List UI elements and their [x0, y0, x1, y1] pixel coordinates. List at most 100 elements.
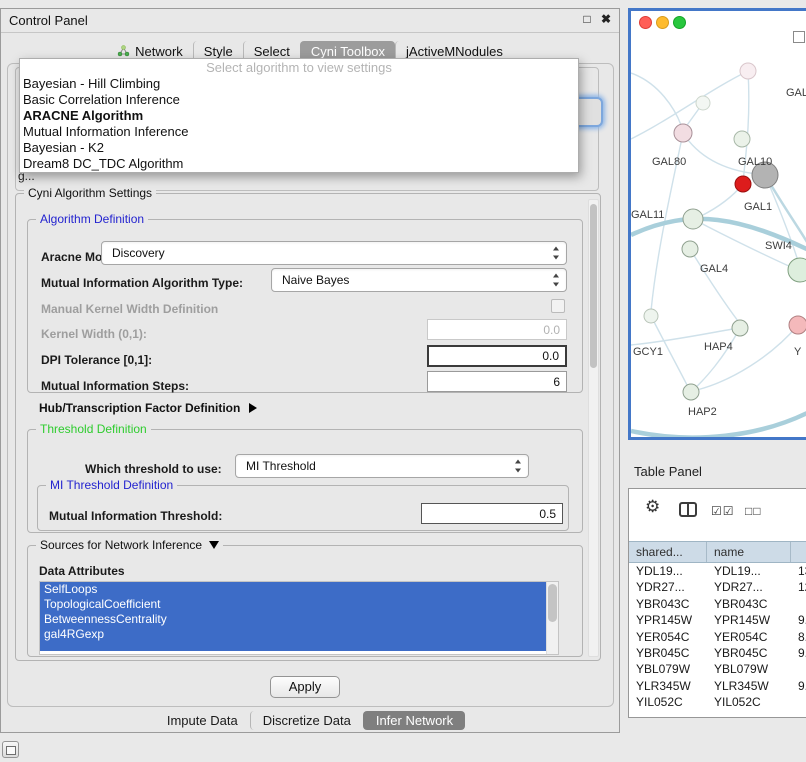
network-node[interactable] — [682, 241, 698, 257]
mi-threshold-input[interactable]: 0.5 — [421, 503, 563, 524]
network-node[interactable] — [740, 63, 756, 79]
kernel-width-input[interactable]: 0.0 — [427, 319, 567, 340]
table-row[interactable]: YDL19...YDL19...13 — [629, 563, 806, 579]
network-node-label: HAP2 — [688, 406, 717, 418]
data-attributes-listbox: SelfLoopsTopologicalCoefficientBetweenne… — [39, 581, 559, 655]
sources-group-title: Sources for Network Inference — [36, 538, 223, 552]
columns-icon[interactable] — [679, 502, 697, 517]
table-cell: 12 — [791, 579, 806, 595]
close-icon[interactable]: ✖ — [598, 12, 614, 26]
data-attribute-item[interactable]: SelfLoops — [40, 582, 547, 597]
apply-button[interactable]: Apply — [270, 676, 340, 698]
list-scrollbar-thumb[interactable] — [548, 584, 557, 622]
sources-title-text: Sources for Network Inference — [40, 538, 202, 552]
network-node[interactable] — [735, 176, 751, 192]
table-panel-window: ⚙ ☑☑ □□ shared...name YDL19...YDL19...13… — [628, 488, 806, 718]
table-row[interactable]: YBR043CYBR043C — [629, 596, 806, 612]
network-node[interactable] — [683, 209, 703, 229]
spinner-icon — [552, 274, 561, 287]
expand-arrow-icon[interactable] — [209, 541, 219, 549]
manual-kernel-checkbox[interactable] — [551, 299, 565, 313]
column-header[interactable]: name — [707, 542, 791, 562]
network-node[interactable] — [696, 96, 710, 110]
table-cell: YBL079W — [629, 661, 707, 677]
network-node[interactable] — [674, 124, 692, 142]
float-window-icon[interactable]: □ — [579, 12, 595, 26]
docked-panel-icon[interactable] — [2, 741, 19, 758]
table-row[interactable]: YPR145WYPR145W9. — [629, 612, 806, 628]
table-cell: YBR045C — [629, 645, 707, 661]
table-row[interactable]: YBR045CYBR045C9. — [629, 645, 806, 661]
table-cell: 9. — [791, 678, 806, 694]
desktop: Control Panel □ ✖ NetworkStyleSelectCyni… — [0, 0, 806, 762]
algorithm-menu-items: Bayesian - Hill ClimbingBasic Correlatio… — [20, 76, 578, 172]
network-node-label: GAL10 — [738, 156, 772, 168]
algorithm-menu-item[interactable]: Mutual Information Inference — [20, 124, 578, 140]
dpi-tolerance-input[interactable]: 0.0 — [427, 345, 567, 367]
spinner-icon — [552, 247, 561, 260]
mi-threshold-group-title: MI Threshold Definition — [46, 478, 177, 492]
network-node[interactable] — [644, 309, 658, 323]
bottom-tab-bar: Impute DataDiscretize DataInfer Network — [1, 709, 619, 731]
network-node-label: HAP4 — [704, 341, 733, 353]
table-cell: YIL052C — [707, 694, 791, 710]
algorithm-menu-item[interactable]: Bayesian - K2 — [20, 140, 578, 156]
data-attribute-item[interactable]: BetweennessCentrality — [40, 612, 547, 627]
tab-discretize-data[interactable]: Discretize Data — [250, 711, 363, 730]
table-cell: YBR043C — [629, 596, 707, 612]
collapse-arrow-icon[interactable] — [249, 403, 257, 413]
manual-kernel-label: Manual Kernel Width Definition — [41, 302, 218, 316]
algorithm-menu-item[interactable]: Dream8 DC_TDC Algorithm — [20, 156, 578, 172]
network-node[interactable] — [789, 316, 806, 334]
column-header[interactable] — [791, 542, 806, 562]
settings-scrollbar[interactable] — [588, 199, 599, 657]
algorithm-menu-item[interactable]: Basic Correlation Inference — [20, 92, 578, 108]
which-threshold-select[interactable]: MI Threshold — [235, 454, 529, 478]
tab-impute-data[interactable]: Impute Data — [155, 711, 250, 730]
table-row[interactable]: YDR27...YDR27...12 — [629, 579, 806, 595]
gear-icon[interactable]: ⚙ — [645, 497, 660, 517]
network-node[interactable] — [683, 384, 699, 400]
tab-label: Select — [254, 44, 290, 59]
aracne-mode-select[interactable]: Discovery — [101, 241, 567, 265]
tab-label: jActiveMNodules — [406, 44, 503, 59]
settings-scrollbar-thumb[interactable] — [590, 204, 597, 368]
table-row[interactable]: YLR345WYLR345W9. — [629, 678, 806, 694]
tab-infer-network[interactable]: Infer Network — [363, 711, 465, 730]
network-node-label: GAL — [786, 87, 806, 99]
mi-type-value: Naive Bayes — [282, 269, 349, 291]
cyni-settings-title: Cyni Algorithm Settings — [24, 186, 156, 200]
table-cell: YDL19... — [707, 563, 791, 579]
kernel-width-label: Kernel Width (0,1): — [41, 327, 147, 341]
network-icon — [117, 45, 130, 57]
table-header: shared...name — [629, 541, 806, 563]
table-cell: YPR145W — [629, 612, 707, 628]
table-cell: YER054C — [629, 629, 707, 645]
network-node[interactable] — [732, 320, 748, 336]
network-node[interactable] — [788, 258, 806, 282]
table-row[interactable]: YBL079WYBL079W — [629, 661, 806, 677]
network-node-label: GAL11 — [631, 209, 664, 221]
algorithm-menu-header: Select algorithm to view settings — [20, 59, 578, 76]
table-cell: YIL052C — [629, 694, 707, 710]
list-scrollbar[interactable] — [546, 582, 558, 654]
network-labels: GALGAL80GAL10GAL11GAL1SWI4GAL4GCY1HAP4YH… — [631, 87, 806, 418]
column-header[interactable]: shared... — [629, 542, 707, 562]
table-row[interactable]: YIL052CYIL052C — [629, 694, 806, 710]
network-node-label: SWI4 — [765, 240, 792, 252]
mi-type-select[interactable]: Naive Bayes — [271, 268, 567, 292]
algorithm-menu-item[interactable]: Bayesian - Hill Climbing — [20, 76, 578, 92]
table-cell — [791, 694, 806, 710]
data-attribute-item[interactable]: gal4RGexp — [40, 627, 547, 642]
select-all-icon[interactable]: ☑☑ — [711, 504, 735, 518]
network-canvas[interactable]: GALGAL80GAL10GAL11GAL1SWI4GAL4GCY1HAP4YH… — [631, 11, 806, 437]
deselect-all-icon[interactable]: □□ — [745, 504, 762, 518]
table-row[interactable]: YER054CYER054C8. — [629, 629, 806, 645]
mi-steps-input[interactable]: 6 — [427, 371, 567, 392]
table-cell — [791, 596, 806, 612]
network-node[interactable] — [734, 131, 750, 147]
network-node-label: GAL80 — [652, 156, 686, 168]
data-attribute-item[interactable]: TopologicalCoefficient — [40, 597, 547, 612]
algorithm-menu-item[interactable]: ARACNE Algorithm — [20, 108, 578, 124]
hub-section-toggle[interactable]: Hub/Transcription Factor Definition — [39, 401, 257, 415]
